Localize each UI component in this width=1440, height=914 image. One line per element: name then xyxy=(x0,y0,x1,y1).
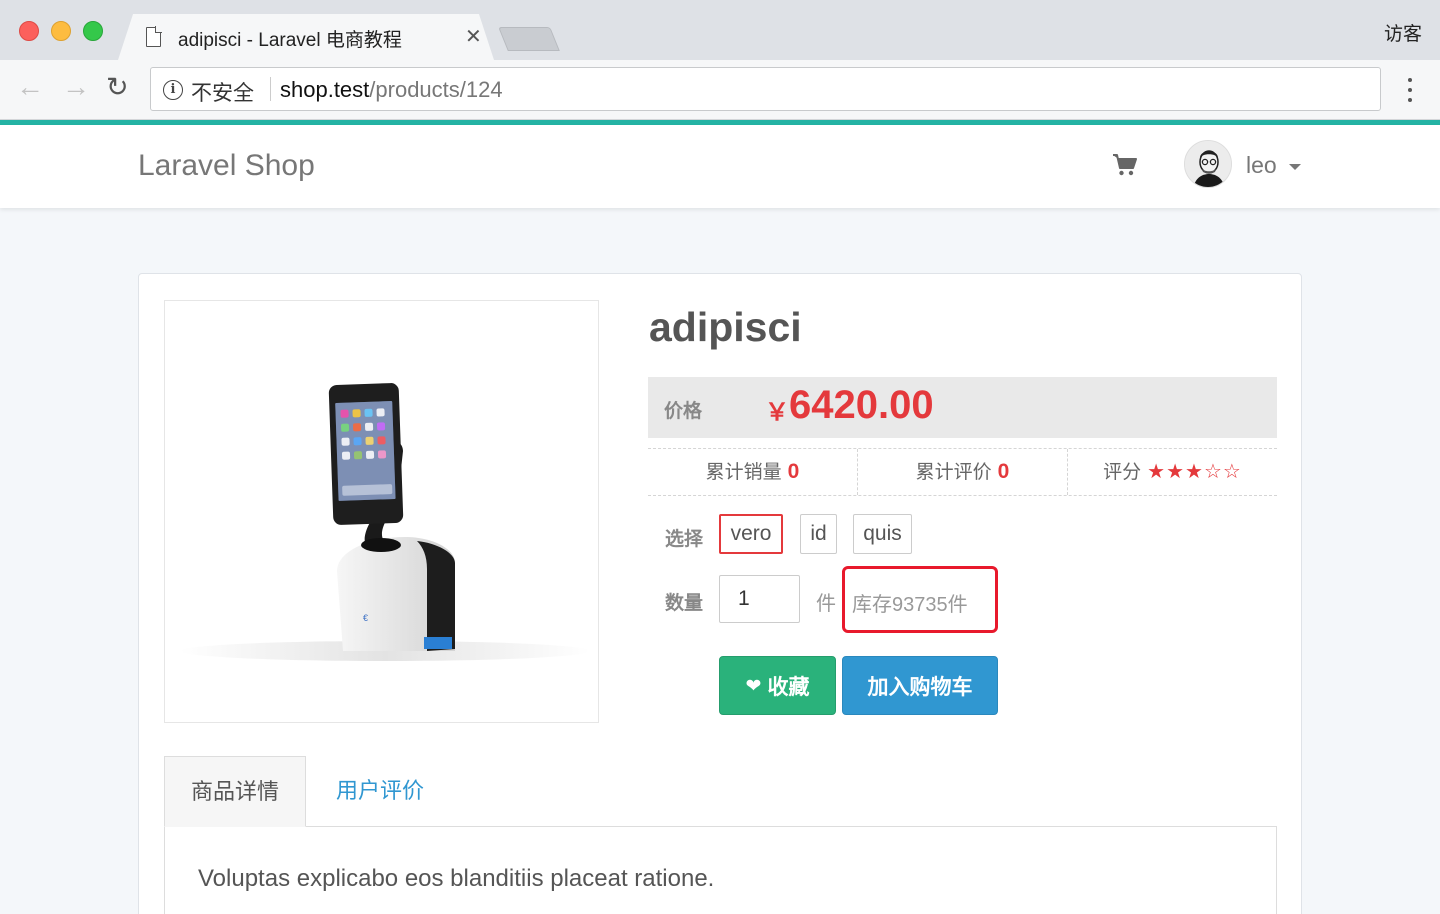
address-bar[interactable]: i 不安全 shop.test/products/124 xyxy=(150,67,1381,111)
quantity-input[interactable] xyxy=(719,575,800,623)
info-icon[interactable]: i xyxy=(163,80,183,100)
site-navbar: Laravel Shop leo xyxy=(0,125,1440,208)
window-zoom-icon[interactable] xyxy=(83,21,103,41)
user-avatar[interactable] xyxy=(1184,140,1232,188)
tab-close-icon[interactable]: ✕ xyxy=(465,24,482,49)
add-to-cart-button[interactable]: 加入购物车 xyxy=(842,656,998,715)
sold-stat: 累计销量 0 xyxy=(648,449,858,495)
tab-content: Voluptas explicabo eos blanditiis placea… xyxy=(164,827,1277,914)
rating-stat: 评分 ★★★☆☆ xyxy=(1068,449,1277,495)
address-divider xyxy=(270,77,271,101)
product-description: Voluptas explicabo eos blanditiis placea… xyxy=(198,865,715,892)
currency-symbol: ￥ xyxy=(765,399,789,426)
product-title: adipisci xyxy=(649,304,802,350)
sku-option-quis[interactable]: quis xyxy=(853,514,912,554)
window-minimize-icon[interactable] xyxy=(51,21,71,41)
window-close-icon[interactable] xyxy=(19,21,39,41)
sold-count: 0 xyxy=(787,460,800,483)
reload-icon[interactable]: ↻ xyxy=(106,72,129,102)
favorite-label: 收藏 xyxy=(767,675,810,699)
review-count: 0 xyxy=(997,460,1010,483)
quantity-label: 数量 xyxy=(665,593,704,614)
new-tab-button[interactable] xyxy=(498,27,560,51)
product-tabs: 商品详情 用户评价 xyxy=(164,756,1277,827)
browser-tab-title: adipisci - Laravel 电商教程 xyxy=(178,30,402,51)
shopping-cart-icon[interactable] xyxy=(1112,153,1138,177)
product-panel: € adipisci 价格 ￥ 6420.00 累计销量 0 累计评价 0 评分… xyxy=(138,273,1302,914)
brand-logo-text[interactable]: Laravel Shop xyxy=(138,149,315,183)
document-icon xyxy=(146,26,162,47)
quantity-unit: 件 xyxy=(816,593,836,615)
url-path: /products/124 xyxy=(369,77,503,102)
user-name[interactable]: leo xyxy=(1246,152,1277,179)
review-stat: 累计评价 0 xyxy=(858,449,1068,495)
avatar-face-icon xyxy=(1185,141,1231,187)
sku-option-id[interactable]: id xyxy=(800,514,837,554)
product-photo-kiosk: € xyxy=(180,383,590,661)
rating-label: 评分 xyxy=(1103,462,1142,483)
browser-tab-strip: adipisci - Laravel 电商教程 ✕ 访客 xyxy=(0,0,1440,60)
url-host: shop.test xyxy=(280,77,370,102)
stock-highlight: 库存93735件 xyxy=(842,566,998,633)
guest-profile-label[interactable]: 访客 xyxy=(1384,19,1422,46)
product-image: € xyxy=(164,300,599,723)
sold-label: 累计销量 xyxy=(705,462,782,483)
browser-menu-icon[interactable] xyxy=(1400,76,1420,104)
price-label: 价格 xyxy=(664,401,703,422)
browser-tab-active[interactable]: adipisci - Laravel 电商教程 ✕ xyxy=(118,14,494,60)
rating-stars-icon: ★★★☆☆ xyxy=(1147,461,1242,483)
back-arrow-icon[interactable]: ← xyxy=(16,72,44,102)
forward-arrow-icon[interactable]: → xyxy=(62,72,90,102)
heart-icon: ❤ xyxy=(745,674,762,697)
tab-product-detail[interactable]: 商品详情 xyxy=(164,756,306,827)
url-text[interactable]: shop.test/products/124 xyxy=(280,77,503,103)
stock-text: 库存93735件 xyxy=(852,594,968,616)
insecure-label[interactable]: 不安全 xyxy=(191,77,254,107)
tab-user-reviews[interactable]: 用户评价 xyxy=(334,756,426,827)
base-logo: € xyxy=(363,613,368,623)
browser-toolbar: ← → ↻ i 不安全 shop.test/products/124 xyxy=(0,60,1440,120)
price-value: 6420.00 xyxy=(789,383,934,427)
product-stats: 累计销量 0 累计评价 0 评分 ★★★☆☆ xyxy=(648,448,1277,496)
sku-option-vero[interactable]: vero xyxy=(719,514,783,554)
price-box: 价格 ￥ 6420.00 xyxy=(648,377,1277,438)
dropdown-caret-icon[interactable] xyxy=(1289,164,1301,170)
review-label: 累计评价 xyxy=(915,462,992,483)
sku-label: 选择 xyxy=(665,529,704,550)
favorite-button[interactable]: ❤ 收藏 xyxy=(719,656,836,715)
